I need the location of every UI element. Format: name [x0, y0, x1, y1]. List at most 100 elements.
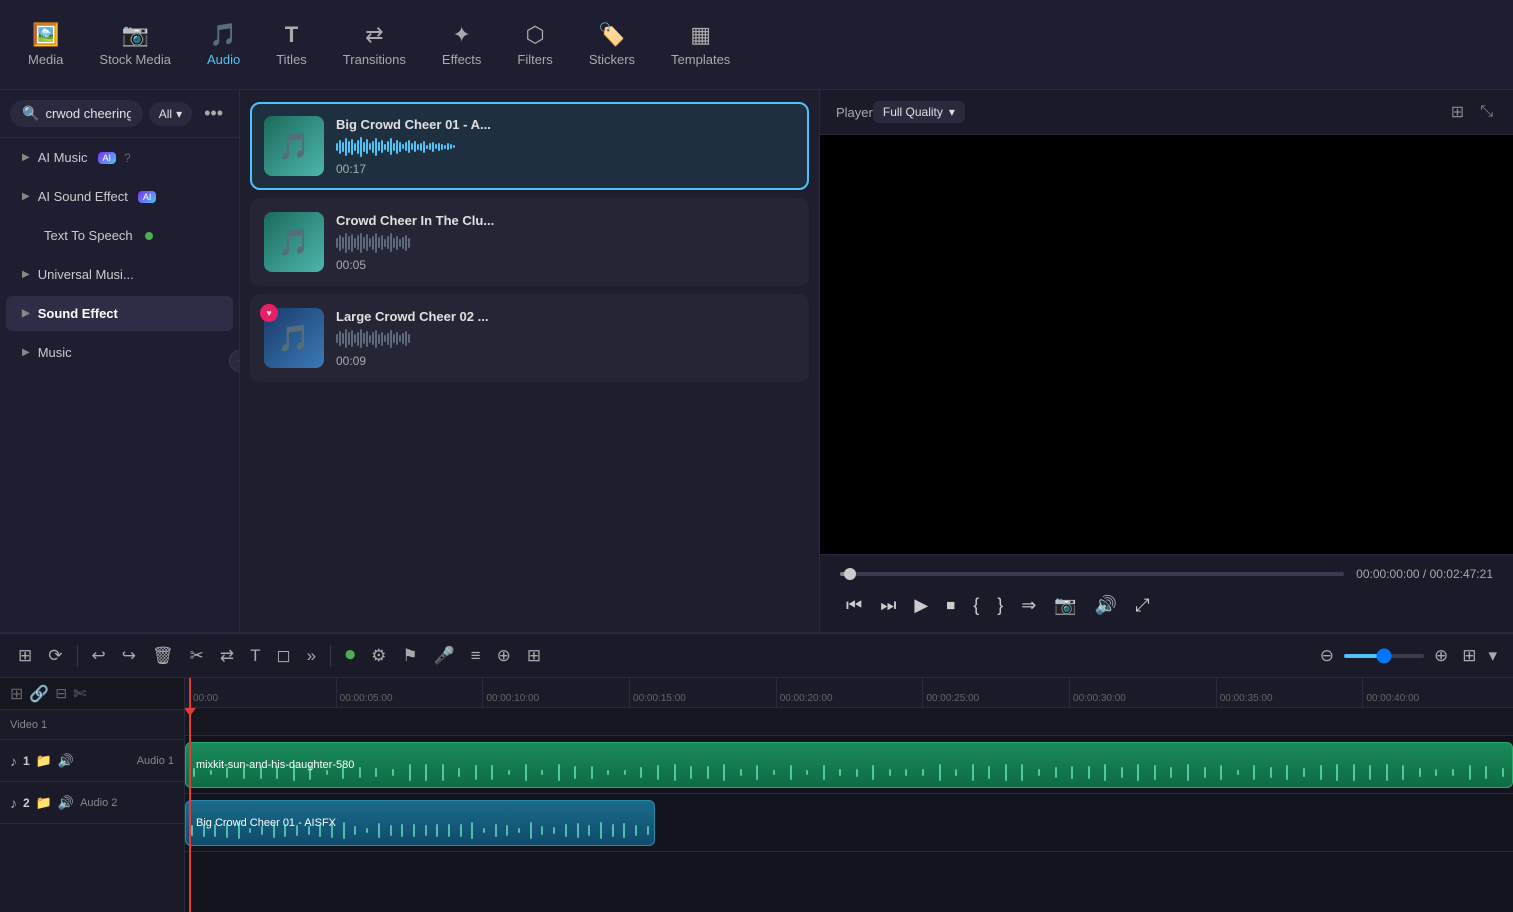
- search-input-wrap[interactable]: 🔍: [10, 100, 143, 127]
- nav-stock-media[interactable]: 📷 Stock Media: [81, 14, 189, 75]
- list-button[interactable]: ≡: [465, 642, 487, 670]
- mic-button[interactable]: 🎤: [428, 642, 461, 670]
- undo-button[interactable]: ↩: [86, 642, 112, 670]
- record-button[interactable]: ⏺: [339, 640, 361, 671]
- nav-stickers[interactable]: 🏷️ Stickers: [571, 14, 653, 75]
- split-button[interactable]: ⇄: [214, 642, 240, 670]
- progress-bar[interactable]: [840, 572, 1344, 576]
- timeline-tracks[interactable]: 00:00 00:00:05:00 00:00:10:00 00:00:15:0…: [185, 678, 1513, 912]
- audio-info-1: Big Crowd Cheer 01 - A... 00:17: [336, 117, 795, 176]
- active-dot: [145, 232, 153, 240]
- grid-view-button[interactable]: ⊞: [1447, 98, 1468, 126]
- magnet-button[interactable]: ⟳: [42, 642, 68, 670]
- zoom-out-button[interactable]: ⊖: [1314, 642, 1340, 670]
- audio2-folder-button[interactable]: 📁: [36, 795, 52, 811]
- nav-templates[interactable]: ▦ Templates: [653, 14, 748, 75]
- audio2-clip[interactable]: Big Crowd Cheer 01 - AISFX: [185, 800, 655, 846]
- expand-view-button[interactable]: ⤡: [1476, 98, 1497, 126]
- sidebar-item-ai-sound-effect[interactable]: ▶ AI Sound Effect AI: [6, 179, 233, 214]
- nav-effects[interactable]: ✦ Effects: [424, 14, 500, 75]
- flag-button[interactable]: ⚑: [396, 642, 423, 670]
- audio2-volume-button[interactable]: 🔊: [58, 795, 74, 811]
- trim-button[interactable]: ✄: [73, 684, 86, 704]
- nav-audio[interactable]: 🎵 Audio: [189, 14, 258, 75]
- progress-handle[interactable]: [844, 568, 856, 580]
- more-options-button[interactable]: •••: [198, 101, 229, 126]
- redo-button[interactable]: ↪: [116, 642, 142, 670]
- zoom-area: ⊖ ⊕: [1314, 642, 1455, 670]
- delete-button[interactable]: 🗑: [146, 642, 180, 670]
- out-point-button[interactable]: }: [991, 591, 1009, 620]
- step-back-button[interactable]: ⏮: [840, 591, 868, 620]
- timeline-labels: ⊞ 🔗 ⊟ ✄ Video 1 ♪ 1 📁 🔊 Audio 1 ♪ 2: [0, 678, 185, 912]
- video1-track-row: [185, 708, 1513, 736]
- nav-media[interactable]: 🖼️ Media: [10, 14, 81, 75]
- toolbar-divider-2: [330, 645, 331, 667]
- more-button[interactable]: »: [301, 642, 322, 670]
- audio-thumbnail-3: ♥ 🎵: [264, 308, 324, 368]
- audio-info-2: Crowd Cheer In The Clu... 00:05: [336, 213, 795, 272]
- stickers-icon: 🏷️: [598, 22, 625, 48]
- player-buttons: ⏮ ⏭ ▶ ⏹ { } ⇒ 📷 🔊 ⤢: [840, 591, 1493, 620]
- audio-card-2[interactable]: 🎵 Crowd Cheer In The Clu... 00:05: [250, 198, 809, 286]
- sidebar-item-universal-music[interactable]: ▶ Universal Musi...: [6, 257, 233, 292]
- audio-results-panel: 🎵 Big Crowd Cheer 01 - A... 00:17 🎵 Crow…: [240, 90, 820, 632]
- settings-button[interactable]: ⚙: [365, 642, 392, 670]
- export-button[interactable]: ⇒: [1015, 591, 1042, 620]
- split-track-button[interactable]: ⊟: [55, 685, 67, 702]
- text-button[interactable]: T: [244, 642, 266, 670]
- fullscreen-button[interactable]: ⤢: [1129, 591, 1155, 620]
- in-point-button[interactable]: {: [967, 591, 985, 620]
- audio1-folder-button[interactable]: 📁: [36, 753, 52, 769]
- ruler-mark-3: 00:00:15:00: [629, 678, 776, 707]
- expand-timeline-button[interactable]: ▾: [1484, 642, 1501, 670]
- templates-icon: ▦: [690, 22, 711, 48]
- sidebar-item-sound-effect[interactable]: ▶ Sound Effect: [6, 296, 233, 331]
- audio1-clip[interactable]: mixkit-sun-and-his-daughter-580: [185, 742, 1513, 788]
- volume-button[interactable]: 🔊: [1089, 591, 1123, 620]
- add-track-button[interactable]: ⊞: [10, 684, 23, 704]
- insert-button[interactable]: ⊞: [521, 642, 547, 670]
- audio1-track-row: mixkit-sun-and-his-daughter-580: [185, 736, 1513, 794]
- link-button[interactable]: 🔗: [29, 684, 49, 704]
- time-current: 00:00:00:00 / 00:02:47:21: [1356, 567, 1493, 581]
- player-top-bar: Player Full Quality ▾ ⊞ ⤡: [820, 90, 1513, 135]
- top-nav: 🖼️ Media 📷 Stock Media 🎵 Audio T Titles …: [0, 0, 1513, 90]
- audio-card-1[interactable]: 🎵 Big Crowd Cheer 01 - A... 00:17: [250, 102, 809, 190]
- audio-title-3: Large Crowd Cheer 02 ...: [336, 309, 795, 324]
- main-area: 🔍 All ▾ ••• ▶ AI Music AI ? ▶ AI Sound E…: [0, 90, 1513, 632]
- nav-transitions[interactable]: ⇄ Transitions: [325, 14, 424, 75]
- quality-selector[interactable]: Full Quality ▾: [873, 101, 965, 123]
- scene-view-button[interactable]: ⊞: [12, 642, 38, 670]
- search-input[interactable]: [45, 106, 130, 121]
- markers-button[interactable]: ⊕: [491, 642, 517, 670]
- stop-button[interactable]: ⏹: [940, 591, 961, 620]
- chevron-icon: ▶: [22, 347, 30, 358]
- play-button[interactable]: ▶: [908, 591, 934, 620]
- ruler-mark-5: 00:00:25:00: [922, 678, 1069, 707]
- nav-titles[interactable]: T Titles: [258, 14, 325, 75]
- timeline-toolbar: ⊞ ⟳ ↩ ↪ 🗑 ✂ ⇄ T ◻ » ⏺ ⚙ ⚑ 🎤 ≡ ⊕ ⊞ ⊖ ⊕ ⊞ …: [0, 634, 1513, 678]
- nav-filters[interactable]: ⬡ Filters: [499, 14, 570, 75]
- audio1-volume-button[interactable]: 🔊: [58, 753, 74, 769]
- screenshot-button[interactable]: 📷: [1048, 591, 1082, 620]
- zoom-slider[interactable]: [1344, 654, 1424, 658]
- sidebar-item-ai-music[interactable]: ▶ AI Music AI ?: [6, 140, 233, 175]
- sidebar-item-text-to-speech[interactable]: Text To Speech: [6, 218, 233, 253]
- playhead[interactable]: [189, 678, 191, 912]
- filter-button[interactable]: All ▾: [149, 102, 192, 126]
- sidebar-item-music[interactable]: ▶ Music: [6, 335, 233, 370]
- cut-button[interactable]: ✂: [184, 642, 210, 670]
- crop-button[interactable]: ◻: [270, 642, 296, 670]
- audio-card-3[interactable]: ♥ 🎵 Large Crowd Cheer 02 ... 00:09: [250, 294, 809, 382]
- ruler-mark-4: 00:00:20:00: [776, 678, 923, 707]
- grid-toggle-button[interactable]: ⊞: [1458, 642, 1480, 670]
- zoom-in-button[interactable]: ⊕: [1428, 642, 1454, 670]
- audio-info-3: Large Crowd Cheer 02 ... 00:09: [336, 309, 795, 368]
- frame-back-button[interactable]: ⏭: [874, 591, 902, 620]
- search-bar: 🔍 All ▾ •••: [0, 90, 239, 138]
- audio-duration-1: 00:17: [336, 162, 795, 176]
- player-view-buttons: ⊞ ⤡: [1447, 98, 1497, 126]
- help-icon: ?: [124, 151, 131, 165]
- chevron-down-icon: ▾: [176, 107, 182, 121]
